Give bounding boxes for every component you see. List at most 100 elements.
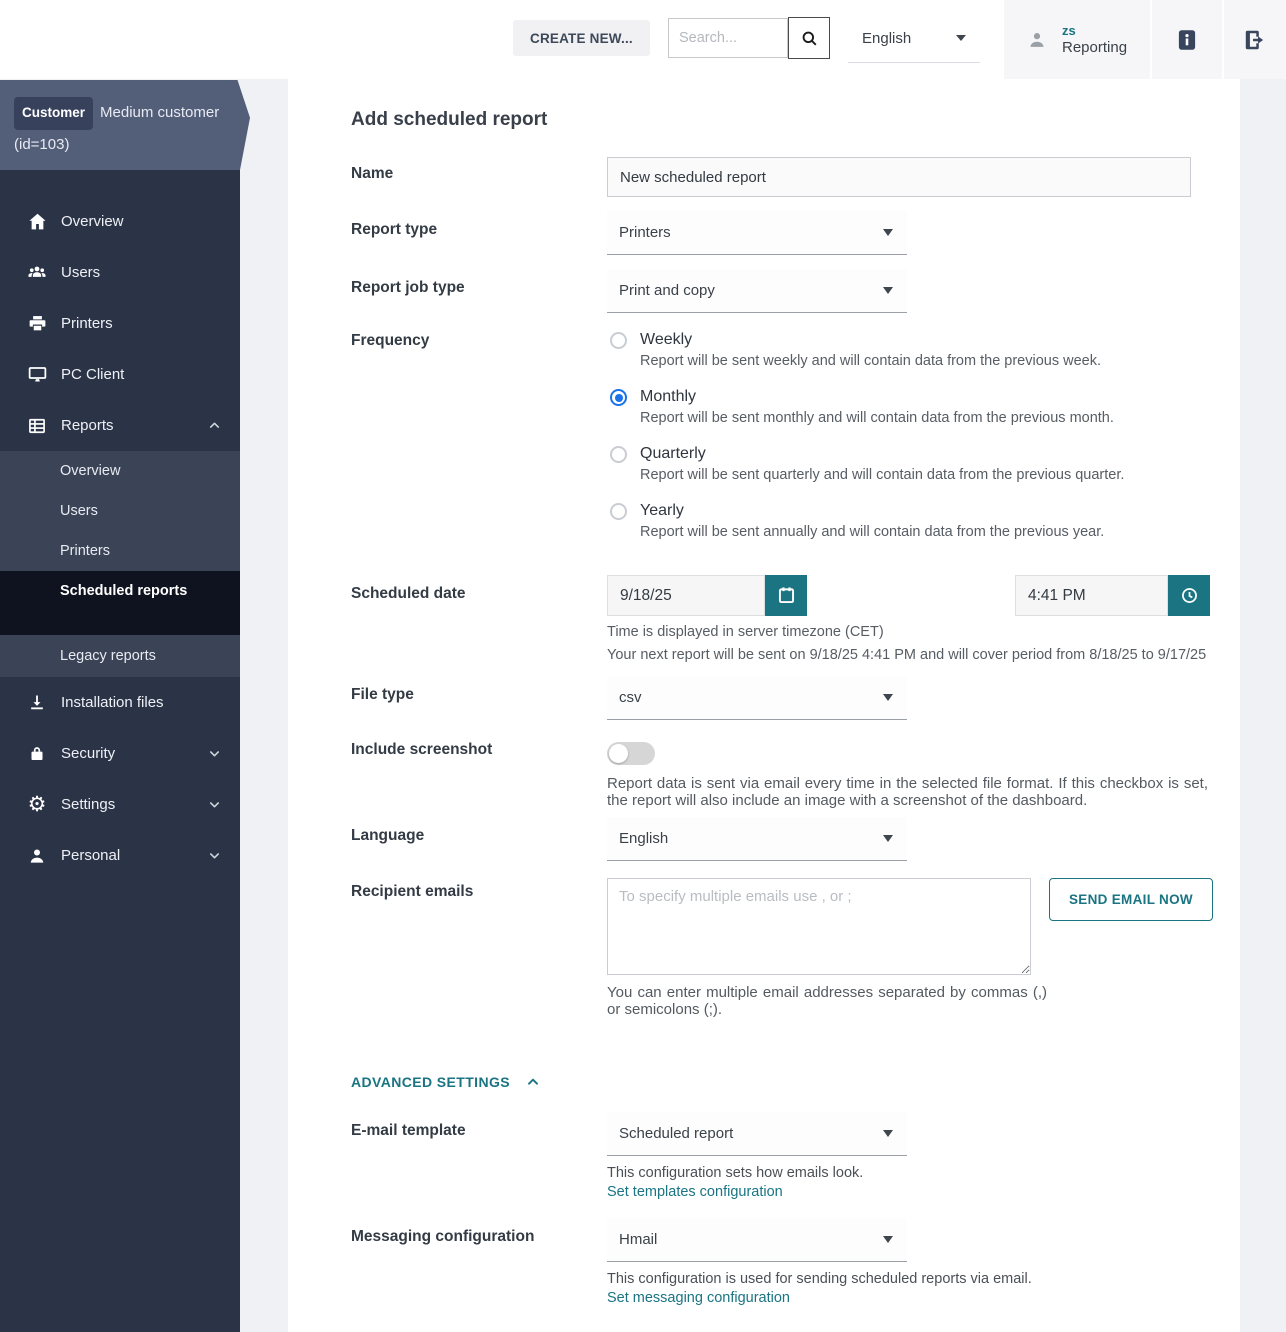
- frequency-option-monthly[interactable]: Monthly Report will be sent monthly and …: [607, 387, 1240, 428]
- download-icon: [26, 692, 48, 714]
- sidebar-item-printers[interactable]: Printers: [0, 298, 240, 349]
- sidebar-item-label: Printers: [61, 315, 113, 332]
- date-input[interactable]: [607, 575, 765, 616]
- email-template-row: E-mail template Scheduled report This co…: [351, 1112, 1240, 1200]
- report-type-label: Report type: [351, 221, 438, 238]
- clock-icon: [1179, 585, 1200, 606]
- home-icon: [26, 211, 48, 233]
- include-screenshot-row: Include screenshot Report data is sent v…: [351, 736, 1240, 810]
- time-picker-button[interactable]: [1168, 575, 1210, 616]
- calendar-icon: [776, 585, 797, 606]
- logout-icon: [1242, 27, 1268, 53]
- manual-book-icon: [1174, 27, 1200, 53]
- customer-badge: Customer: [14, 97, 94, 130]
- recipient-emails-label: Recipient emails: [351, 882, 474, 900]
- chevron-down-icon: [207, 746, 222, 761]
- file-type-row: File type csv: [351, 676, 1240, 720]
- frequency-option-description: Report will be sent annually and will co…: [640, 524, 1105, 540]
- submenu-item-users[interactable]: Users: [0, 491, 240, 531]
- submenu-item-overview[interactable]: Overview: [0, 451, 240, 491]
- frequency-option-description: Report will be sent quarterly and will c…: [640, 467, 1125, 483]
- submenu-item-scheduled-reports[interactable]: Scheduled reports: [0, 571, 240, 635]
- customer-context-banner[interactable]: Customer Medium customer (id=103): [0, 80, 250, 170]
- include-screenshot-toggle[interactable]: [607, 742, 655, 765]
- messaging-configuration-select[interactable]: Hmail: [607, 1218, 907, 1262]
- report-language-select[interactable]: English: [607, 816, 907, 861]
- create-new-button[interactable]: CREATE NEW...: [513, 20, 650, 56]
- next-report-note: Your next report will be sent on 9/18/25…: [607, 647, 1207, 663]
- frequency-option-quarterly[interactable]: Quarterly Report will be sent quarterly …: [607, 444, 1240, 485]
- sidebar-item-security[interactable]: Security: [0, 728, 240, 779]
- frequency-row: Frequency Weekly Report will be sent wee…: [351, 330, 1240, 558]
- file-type-select[interactable]: csv: [607, 676, 907, 720]
- gear-icon: [26, 794, 48, 816]
- user-avatar-icon: [1026, 29, 1048, 51]
- search-box: [668, 17, 830, 59]
- frequency-option-weekly[interactable]: Weekly Report will be sent weekly and wi…: [607, 330, 1240, 371]
- report-type-select[interactable]: Printers: [607, 211, 907, 255]
- send-email-now-button[interactable]: SEND EMAIL NOW: [1049, 877, 1213, 921]
- caret-down-icon: [883, 287, 893, 294]
- messaging-configuration-row: Messaging configuration Hmail This confi…: [351, 1218, 1240, 1306]
- report-job-type-select[interactable]: Print and copy: [607, 269, 907, 313]
- sidebar-item-settings[interactable]: Settings: [0, 779, 240, 830]
- user-role-label: Reporting: [1062, 39, 1128, 56]
- messaging-configuration-value: Hmail: [619, 1231, 658, 1248]
- page-title: Add scheduled report: [351, 109, 548, 130]
- user-menu[interactable]: zs Reporting: [1004, 0, 1150, 79]
- frequency-option-description: Report will be sent weekly and will cont…: [640, 353, 1102, 369]
- caret-down-icon: [883, 694, 893, 701]
- language-dropdown-value: English: [862, 29, 912, 47]
- chevron-up-icon: [207, 418, 222, 433]
- toggle-knob: [609, 744, 628, 763]
- sidebar-item-label: PC Client: [61, 366, 125, 383]
- sidebar-item-reports[interactable]: Reports: [0, 400, 240, 451]
- frequency-option-yearly[interactable]: Yearly Report will be sent annually and …: [607, 501, 1240, 542]
- scheduled-date-row: Scheduled date Time is displayed in serv…: [351, 575, 1240, 665]
- file-type-value: csv: [619, 689, 642, 706]
- radio-unselected-icon[interactable]: [610, 332, 627, 349]
- search-icon: [800, 29, 819, 48]
- sidebar-item-users[interactable]: Users: [0, 247, 240, 298]
- search-button[interactable]: [788, 17, 830, 59]
- chevron-down-icon: [207, 797, 222, 812]
- frequency-option-label: Quarterly: [640, 445, 706, 462]
- file-type-label: File type: [351, 686, 414, 703]
- language-dropdown[interactable]: English: [848, 14, 980, 63]
- language-row: Language English: [351, 816, 1240, 861]
- submenu-item-legacy-reports[interactable]: Legacy reports: [0, 635, 240, 677]
- time-input[interactable]: [1015, 575, 1168, 616]
- report-job-type-value: Print and copy: [619, 282, 715, 299]
- timezone-note: Time is displayed in server timezone (CE…: [607, 624, 884, 640]
- logout-button[interactable]: [1224, 0, 1286, 79]
- sidebar-item-installation-files[interactable]: Installation files: [0, 677, 240, 728]
- name-input[interactable]: [607, 157, 1191, 197]
- report-type-row: Report type Printers: [351, 211, 1240, 255]
- calendar-picker-button[interactable]: [765, 575, 807, 616]
- recipient-emails-textarea[interactable]: [607, 877, 1031, 975]
- radio-unselected-icon[interactable]: [610, 503, 627, 520]
- messaging-configuration-help: This configuration is used for sending s…: [607, 1271, 1032, 1287]
- caret-down-icon: [883, 229, 893, 236]
- search-input[interactable]: [668, 18, 788, 58]
- email-template-select[interactable]: Scheduled report: [607, 1112, 907, 1156]
- set-templates-configuration-link[interactable]: Set templates configuration: [607, 1184, 1240, 1200]
- monitor-icon: [26, 364, 48, 386]
- sidebar-item-personal[interactable]: Personal: [0, 830, 240, 881]
- set-messaging-configuration-link[interactable]: Set messaging configuration: [607, 1290, 1240, 1306]
- language-label: Language: [351, 826, 425, 844]
- help-manual-button[interactable]: [1152, 0, 1222, 79]
- caret-down-icon: [883, 1236, 893, 1243]
- chevron-down-icon: [207, 848, 222, 863]
- sidebar-item-pc-client[interactable]: PC Client: [0, 349, 240, 400]
- submenu-item-printers[interactable]: Printers: [0, 531, 240, 571]
- frequency-option-label: Yearly: [640, 502, 684, 519]
- radio-selected-icon[interactable]: [610, 389, 627, 406]
- radio-unselected-icon[interactable]: [610, 446, 627, 463]
- caret-down-icon: [883, 1130, 893, 1137]
- name-row: Name: [351, 157, 1240, 197]
- sidebar-item-overview[interactable]: Overview: [0, 196, 240, 247]
- advanced-settings-toggle[interactable]: ADVANCED SETTINGS: [351, 1074, 1240, 1090]
- report-job-type-label: Report job type: [351, 279, 465, 296]
- lock-icon: [26, 743, 48, 765]
